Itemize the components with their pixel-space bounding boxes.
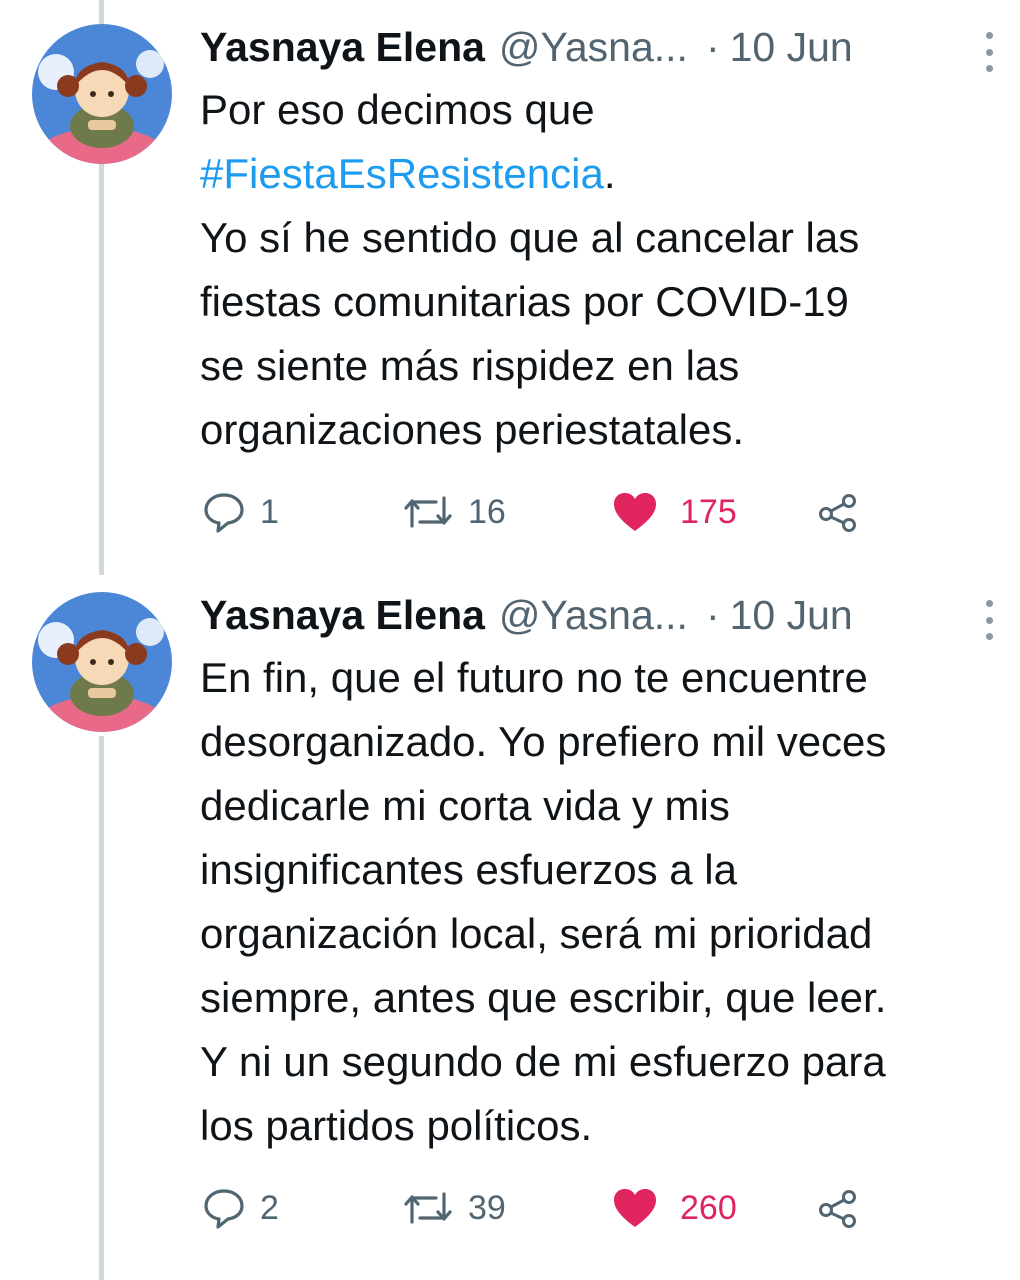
tweet-header: Yasnaya Elena @Yasna... · 10 Jun: [200, 18, 1000, 76]
tweet-text: En fin, que el futuro no te encuentre de…: [200, 646, 1000, 1158]
reply-button[interactable]: 2: [202, 1180, 279, 1236]
tweet-line: En fin, que el futuro no te encuentre: [200, 654, 868, 701]
tweet-line: Yo sí he sentido que al cancelar las: [200, 214, 860, 261]
tweet-line: organización local, será mi prioridad: [200, 910, 873, 957]
share-button[interactable]: [816, 484, 860, 540]
reply-count: 2: [260, 1188, 279, 1227]
separator: ·: [705, 23, 720, 70]
like-button[interactable]: 175: [612, 484, 737, 540]
author-handle[interactable]: @Yasna...: [499, 24, 688, 71]
like-count: 175: [680, 492, 737, 531]
more-options-icon[interactable]: [984, 600, 994, 640]
tweet-date[interactable]: 10 Jun: [730, 24, 853, 71]
tweet-line: Por eso decimos que: [200, 86, 595, 133]
share-button[interactable]: [816, 1180, 860, 1236]
avatar[interactable]: [32, 592, 172, 732]
tweet-text: Por eso decimos que #FiestaEsResistencia…: [200, 78, 1000, 462]
tweet-actions: 2 39 260: [202, 1180, 862, 1236]
reply-icon: [204, 1189, 244, 1229]
tweet-line: siempre, antes que escribir, que leer.: [200, 974, 887, 1021]
tweet-line: dedicarle mi corta vida y mis: [200, 782, 730, 829]
heart-icon: [614, 493, 656, 531]
reply-button[interactable]: 1: [202, 484, 279, 540]
reply-count: 1: [260, 492, 279, 531]
share-icon: [819, 494, 856, 532]
tweet-line: organizaciones periestatales.: [200, 406, 744, 453]
retweet-count: 16: [468, 492, 506, 531]
heart-icon: [614, 1189, 656, 1227]
separator: ·: [705, 591, 720, 638]
author-name[interactable]: Yasnaya Elena: [200, 592, 485, 639]
author-name[interactable]: Yasnaya Elena: [200, 24, 485, 71]
reply-icon: [204, 493, 244, 533]
share-icon: [819, 1190, 856, 1228]
avatar[interactable]: [32, 24, 172, 164]
author-handle[interactable]: @Yasna...: [499, 592, 688, 639]
tweet-line-suffix: .: [603, 150, 616, 197]
like-count: 260: [680, 1188, 737, 1227]
tweet-actions: 1 16 175: [202, 484, 862, 540]
tweet-line: fiestas comunitarias por COVID-19: [200, 278, 849, 325]
hashtag-link[interactable]: #FiestaEsResistencia: [200, 150, 604, 197]
tweet-date[interactable]: 10 Jun: [730, 592, 853, 639]
retweet-icon: [404, 1192, 452, 1224]
like-button[interactable]: 260: [612, 1180, 737, 1236]
tweet-line: los partidos políticos.: [200, 1102, 593, 1149]
tweet-line: desorganizado. Yo prefiero mil veces: [200, 718, 887, 765]
retweet-button[interactable]: 16: [402, 484, 506, 540]
thread-line: [99, 736, 104, 1280]
tweet-line: Y ni un segundo de mi esfuerzo para: [200, 1038, 886, 1085]
retweet-icon: [404, 496, 452, 528]
tweet-line: insignificantes esfuerzos a la: [200, 846, 737, 893]
tweet-line: se siente más rispidez en las: [200, 342, 740, 389]
retweet-button[interactable]: 39: [402, 1180, 506, 1236]
more-options-icon[interactable]: [984, 32, 994, 72]
retweet-count: 39: [468, 1188, 506, 1227]
tweet-line: #FiestaEsResistencia.: [200, 142, 1000, 206]
tweet-header: Yasnaya Elena @Yasna... · 10 Jun: [200, 586, 1000, 644]
